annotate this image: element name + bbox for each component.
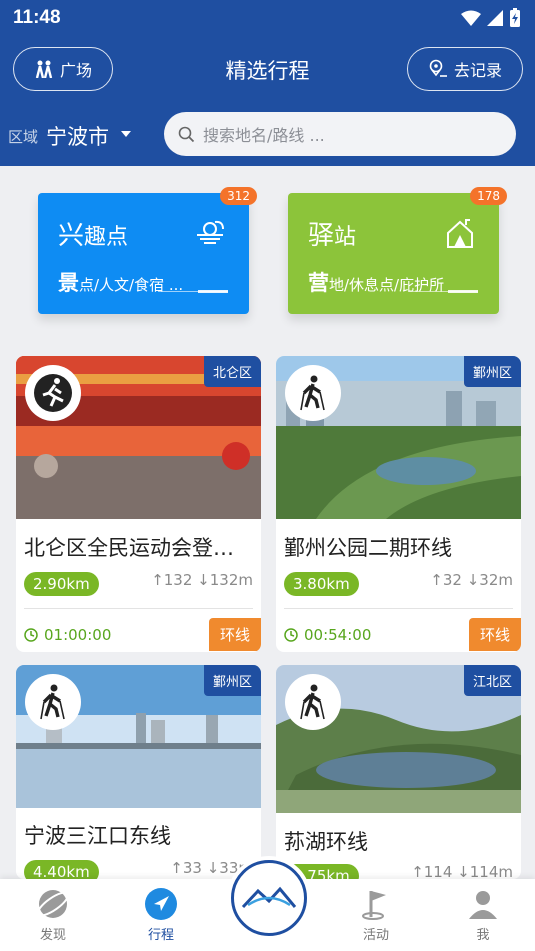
search-input[interactable]: 搜索地名/路线 ...: [164, 112, 516, 156]
clock-icon: [24, 628, 38, 642]
hiker-icon: [285, 365, 341, 421]
nav-itinerary[interactable]: 行程: [131, 887, 191, 943]
user-icon: [469, 891, 497, 919]
battery-icon: [510, 8, 520, 27]
record-button[interactable]: 去记录: [407, 47, 523, 91]
route-name: 北仑区全民运动会登…: [24, 536, 234, 560]
search-placeholder: 搜索地名/路线 ...: [203, 126, 325, 145]
district-badge: 鄞州区: [463, 356, 521, 387]
status-bar: 11:48: [0, 0, 535, 38]
district-badge: 鄞州区: [203, 665, 261, 696]
district-badge: 江北区: [463, 665, 521, 696]
nav-me[interactable]: 我: [453, 887, 513, 943]
district-badge: 北仑区: [203, 356, 261, 387]
region-label: 区域: [8, 128, 39, 146]
route-card[interactable]: 江北区 荪湖环线 5.75km ↑114 ↓114m: [276, 665, 521, 879]
search-icon: [178, 126, 195, 142]
elevation: ↑32 ↓32m: [430, 571, 513, 589]
navigation-arrow-icon: [145, 888, 177, 920]
loop-tag: 环线: [468, 618, 521, 651]
planet-icon: [36, 890, 70, 918]
poi-category-card[interactable]: 312 兴趣点 景点/人文/食宿 ...: [38, 187, 257, 314]
route-card[interactable]: 鄞州区 宁波三江口东线 4.40km ↑33 ↓33m: [16, 665, 261, 879]
station-count-badge: 178: [470, 187, 507, 205]
clock-icon: [284, 628, 298, 642]
status-time: 11:48: [13, 7, 61, 28]
shelter-icon: [447, 219, 473, 248]
signal-icon: [487, 10, 503, 26]
hiker-icon: [285, 674, 341, 730]
runner-icon: [25, 365, 81, 421]
mountain-logo-icon: [241, 886, 297, 909]
poi-subtitle: 景点/人文/食宿 ...: [58, 271, 184, 295]
distance-badge: 2.90km: [24, 572, 99, 596]
hiker-icon: [25, 674, 81, 730]
poi-count-badge: 312: [220, 187, 257, 205]
route-card[interactable]: 鄞州区 鄞州公园二期环线 3.80km ↑32 ↓32m 00:54:00 环线: [276, 356, 521, 652]
record-label: 去记录: [453, 61, 502, 80]
elevation: ↑114 ↓114m: [411, 863, 513, 879]
loop-tag: 环线: [208, 618, 261, 651]
start-hike-button[interactable]: [231, 860, 307, 936]
station-title: 驿站: [308, 221, 357, 251]
city-selector[interactable]: 宁波市: [46, 121, 109, 151]
station-category-card[interactable]: 178 驿站 营地/休息点/庇护所: [288, 187, 507, 314]
wifi-icon: [461, 10, 481, 26]
route-name: 宁波三江口东线: [24, 824, 171, 848]
flag-icon: [362, 891, 386, 920]
status-icons: [461, 8, 521, 28]
distance-badge: 3.80km: [284, 572, 359, 596]
route-name: 荪湖环线: [284, 830, 368, 854]
nav-discover[interactable]: 发现: [23, 887, 83, 943]
distance-badge: 4.40km: [24, 860, 99, 879]
duration: 01:00:00: [24, 626, 111, 644]
route-card[interactable]: 北仑区 北仑区全民运动会登… 2.90km ↑132 ↓132m 01:00:0…: [16, 356, 261, 652]
station-subtitle: 营地/休息点/庇护所: [308, 271, 445, 295]
header: 11:48 广场 精选行程 去记录 区域 宁波市 搜索地名/路线 ...: [0, 0, 535, 166]
scenery-icon: [197, 220, 224, 244]
chevron-down-icon[interactable]: [121, 131, 131, 137]
elevation: ↑132 ↓132m: [151, 571, 253, 589]
duration: 00:54:00: [284, 626, 371, 644]
nav-activity[interactable]: 活动: [346, 887, 406, 943]
poi-title: 兴趣点: [58, 221, 129, 251]
map-pin-icon: [429, 59, 447, 77]
route-name: 鄞州公园二期环线: [284, 536, 452, 560]
